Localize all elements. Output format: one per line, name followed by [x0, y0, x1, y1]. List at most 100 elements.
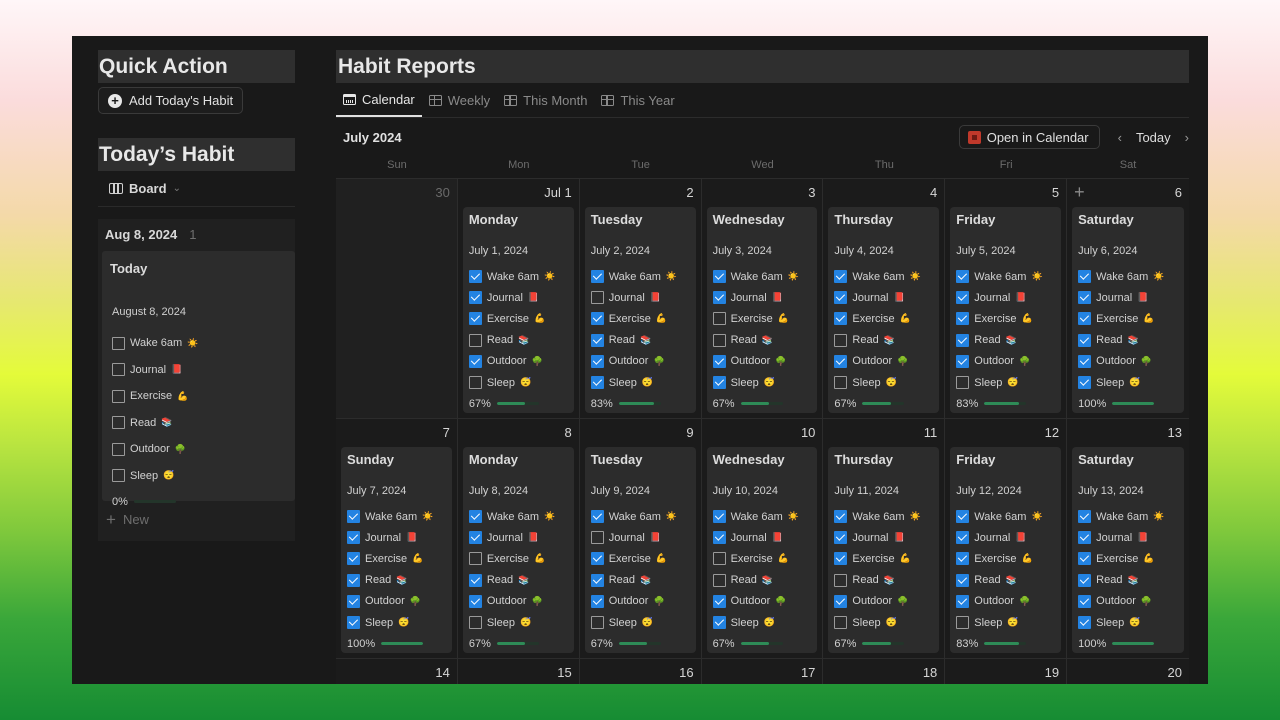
- habit-checkbox[interactable]: [590, 291, 604, 305]
- calendar-day-cell[interactable]: 14: [336, 659, 458, 684]
- habit-checkbox[interactable]: [590, 333, 604, 347]
- habit-checkbox[interactable]: [834, 333, 848, 347]
- habit-checkbox[interactable]: [468, 354, 482, 368]
- habit-checkbox[interactable]: [834, 531, 848, 545]
- habit-checkbox[interactable]: [590, 616, 604, 630]
- habit-checkbox[interactable]: [112, 442, 125, 456]
- habit-checkbox[interactable]: [712, 531, 726, 545]
- habit-checkbox[interactable]: [1078, 333, 1092, 347]
- habit-checkbox[interactable]: [1078, 552, 1092, 566]
- calendar-day-cell[interactable]: 20: [1067, 659, 1189, 684]
- tab-calendar[interactable]: Calendar: [336, 83, 422, 117]
- habit-checkbox[interactable]: [468, 531, 482, 545]
- habit-checkbox[interactable]: [112, 416, 125, 430]
- open-in-calendar-button[interactable]: Open in Calendar: [958, 125, 1100, 149]
- habit-checkbox[interactable]: [468, 333, 482, 347]
- habit-entry-card[interactable]: Monday July 1, 2024 Wake 6am ☀️ Journal 📕 Exer…: [462, 207, 574, 413]
- habit-checkbox[interactable]: [712, 354, 726, 368]
- habit-checkbox[interactable]: [468, 552, 482, 566]
- tab-this-month[interactable]: This Month: [497, 83, 594, 117]
- calendar-day-cell[interactable]: 5 Friday July 5, 2024 Wake 6am ☀️ Journal 📕 Exe…: [945, 179, 1068, 419]
- habit-checkbox[interactable]: [834, 376, 848, 390]
- habit-checkbox[interactable]: [834, 573, 848, 587]
- habit-checkbox[interactable]: [590, 376, 604, 390]
- add-todays-habit-button[interactable]: + Add Today's Habit: [98, 87, 244, 114]
- habit-entry-card[interactable]: Tuesday July 9, 2024 Wake 6am ☀️ Journal 📕 Exe…: [584, 447, 696, 653]
- habit-checkbox[interactable]: [956, 270, 970, 284]
- habit-checkbox[interactable]: [834, 354, 848, 368]
- habit-checkbox[interactable]: [112, 363, 125, 377]
- habit-checkbox[interactable]: [712, 312, 726, 326]
- habit-checkbox[interactable]: [956, 573, 970, 587]
- habit-checkbox[interactable]: [1078, 312, 1092, 326]
- habit-checkbox[interactable]: [1078, 616, 1092, 630]
- habit-checkbox[interactable]: [956, 552, 970, 566]
- habit-checkbox[interactable]: [468, 291, 482, 305]
- habit-checkbox[interactable]: [956, 376, 970, 390]
- habit-checkbox[interactable]: [834, 552, 848, 566]
- habit-checkbox[interactable]: [347, 616, 360, 630]
- habit-checkbox[interactable]: [590, 312, 604, 326]
- add-entry-plus-icon[interactable]: +: [1074, 182, 1085, 203]
- habit-checkbox[interactable]: [590, 510, 604, 524]
- habit-checkbox[interactable]: [590, 552, 604, 566]
- habit-checkbox[interactable]: [956, 531, 970, 545]
- next-month-chevron-right-icon[interactable]: ›: [1185, 130, 1189, 145]
- habit-checkbox[interactable]: [112, 389, 125, 403]
- tab-this-year[interactable]: This Year: [594, 83, 681, 117]
- habit-checkbox[interactable]: [112, 336, 125, 350]
- habit-checkbox[interactable]: [1078, 510, 1092, 524]
- habit-checkbox[interactable]: [1078, 354, 1092, 368]
- today-habit-card[interactable]: Today August 8, 2024 Wake 6am ☀️ Journal 📕 E…: [102, 251, 295, 508]
- habit-checkbox[interactable]: [712, 333, 726, 347]
- habit-checkbox[interactable]: [468, 510, 482, 524]
- habit-checkbox[interactable]: [712, 510, 726, 524]
- habit-checkbox[interactable]: [347, 510, 360, 524]
- habit-checkbox[interactable]: [1078, 594, 1092, 608]
- calendar-day-cell[interactable]: 10 Wednesday July 10, 2024 Wake 6am ☀️ Journa…: [701, 419, 824, 659]
- habit-checkbox[interactable]: [834, 291, 848, 305]
- tab-weekly[interactable]: Weekly: [422, 83, 497, 117]
- habit-checkbox[interactable]: [712, 616, 726, 630]
- calendar-day-cell[interactable]: 8 Monday July 8, 2024 Wake 6am ☀️ Journal 📕 Exe…: [457, 419, 580, 659]
- habit-checkbox[interactable]: [468, 376, 482, 390]
- calendar-day-cell[interactable]: 2 Tuesday July 2, 2024 Wake 6am ☀️ Journal 📕 Ex…: [579, 179, 702, 419]
- calendar-day-cell[interactable]: 4 Thursday July 4, 2024 Wake 6am ☀️ Journal 📕 E…: [823, 179, 946, 419]
- previous-month-chevron-left-icon[interactable]: ‹: [1118, 130, 1122, 145]
- habit-entry-card[interactable]: Saturday July 6, 2024 Wake 6am ☀️ Journal 📕 Ex…: [1072, 207, 1184, 413]
- habit-checkbox[interactable]: [1078, 291, 1092, 305]
- habit-checkbox[interactable]: [712, 552, 726, 566]
- habit-checkbox[interactable]: [347, 531, 360, 545]
- habit-checkbox[interactable]: [1078, 376, 1092, 390]
- habit-checkbox[interactable]: [956, 333, 970, 347]
- habit-checkbox[interactable]: [468, 312, 482, 326]
- habit-entry-card[interactable]: Friday July 12, 2024 Wake 6am ☀️ Journal 📕 Exe…: [950, 447, 1062, 653]
- board-view-selector[interactable]: Board ⌄: [98, 171, 295, 207]
- habit-entry-card[interactable]: Tuesday July 2, 2024 Wake 6am ☀️ Journal 📕 Exe…: [584, 207, 696, 413]
- habit-checkbox[interactable]: [590, 594, 604, 608]
- habit-checkbox[interactable]: [956, 594, 970, 608]
- habit-checkbox[interactable]: [468, 573, 482, 587]
- habit-checkbox[interactable]: [468, 616, 482, 630]
- habit-entry-card[interactable]: Sunday July 7, 2024 Wake 6am ☀️ Journal 📕 Exer…: [341, 447, 452, 653]
- calendar-day-cell[interactable]: 18: [823, 659, 946, 684]
- habit-checkbox[interactable]: [347, 573, 360, 587]
- today-button[interactable]: Today: [1136, 130, 1171, 145]
- habit-checkbox[interactable]: [834, 594, 848, 608]
- habit-checkbox[interactable]: [347, 594, 360, 608]
- habit-entry-card[interactable]: Monday July 8, 2024 Wake 6am ☀️ Journal 📕 Exer…: [462, 447, 574, 653]
- habit-checkbox[interactable]: [590, 270, 604, 284]
- habit-entry-card[interactable]: Wednesday July 10, 2024 Wake 6am ☀️ Journal 📕…: [706, 447, 818, 653]
- habit-checkbox[interactable]: [712, 594, 726, 608]
- calendar-day-cell[interactable]: Jul 1 Monday July 1, 2024 Wake 6am ☀️ Journal…: [457, 179, 580, 419]
- habit-checkbox[interactable]: [468, 594, 482, 608]
- calendar-day-cell[interactable]: 3 Wednesday July 3, 2024 Wake 6am ☀️ Journal 📕…: [701, 179, 824, 419]
- habit-checkbox[interactable]: [468, 270, 482, 284]
- habit-checkbox[interactable]: [712, 270, 726, 284]
- habit-checkbox[interactable]: [1078, 573, 1092, 587]
- habit-checkbox[interactable]: [712, 376, 726, 390]
- habit-checkbox[interactable]: [590, 573, 604, 587]
- calendar-day-cell[interactable]: +6 Saturday July 6, 2024 Wake 6am ☀️ Journal 📕…: [1067, 179, 1189, 419]
- habit-entry-card[interactable]: Saturday July 13, 2024 Wake 6am ☀️ Journal 📕 E…: [1072, 447, 1184, 653]
- calendar-day-cell[interactable]: 15: [457, 659, 580, 684]
